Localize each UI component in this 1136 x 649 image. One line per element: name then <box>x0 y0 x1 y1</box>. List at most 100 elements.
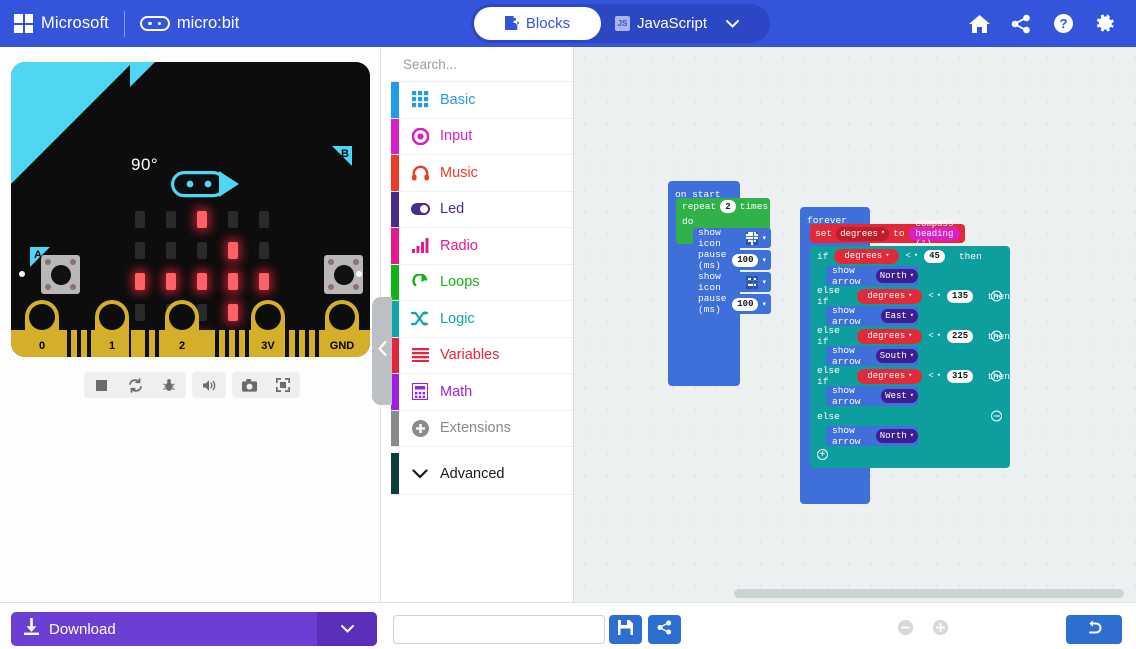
comparison-operator-dropdown[interactable]: < ▾ <box>928 291 941 301</box>
mute-button[interactable] <box>192 372 226 398</box>
led-2-4[interactable] <box>248 266 279 297</box>
tab-blocks[interactable]: Blocks <box>474 7 601 40</box>
forever-hat[interactable]: forever <box>800 207 870 226</box>
blocks-workspace[interactable]: on start repeat 2 times do show icon ▾ pau… <box>574 47 1136 602</box>
chevron-down-icon[interactable] <box>721 19 743 28</box>
condition-row-3[interactable]: else if degrees ▾ < ▾ 315 then <box>810 365 1010 387</box>
diamond-icon[interactable] <box>745 231 759 245</box>
edge-pin-1[interactable]: 1 <box>95 300 129 357</box>
led-1-2[interactable] <box>186 235 217 266</box>
fullscreen-button[interactable] <box>266 372 300 398</box>
add-branch-button[interactable] <box>817 449 828 460</box>
reporter-compass-heading[interactable]: compass heading (°) <box>908 219 961 249</box>
download-main[interactable]: Download <box>11 618 317 640</box>
led-2-1[interactable] <box>155 266 186 297</box>
toolbox-item-logic[interactable]: Logic <box>391 301 573 338</box>
led-0-3[interactable] <box>217 204 248 235</box>
download-menu-button[interactable] <box>317 612 377 646</box>
on-start-hat[interactable]: on start <box>668 181 740 200</box>
chevron-down-icon[interactable]: ▾ <box>762 235 766 242</box>
led-0-0[interactable] <box>124 204 155 235</box>
debug-button[interactable] <box>152 372 186 398</box>
screenshot-button[interactable] <box>232 372 266 398</box>
share-icon[interactable] <box>1000 0 1042 47</box>
condition-value-field[interactable]: 315 <box>946 369 974 383</box>
arrow-direction-dropdown[interactable]: North ▾ <box>875 269 918 283</box>
led-1-3[interactable] <box>217 235 248 266</box>
condition-value-field[interactable]: 135 <box>946 289 974 303</box>
toolbox-item-radio[interactable]: Radio <box>391 228 573 265</box>
condition-row-0[interactable]: if degrees ▾ < ▾ 45 then <box>810 246 1010 266</box>
zoom-in-button[interactable] <box>925 615 955 644</box>
block-show-arrow[interactable]: show arrow North ▾ <box>826 425 918 447</box>
arrow-direction-dropdown[interactable]: South ▾ <box>875 349 918 363</box>
block-repeat[interactable]: repeat 2 times do show icon ▾ pause (ms) 10… <box>676 198 771 315</box>
arrow-direction-dropdown[interactable]: West ▾ <box>881 389 918 403</box>
comparison-operator-dropdown[interactable]: < ▾ <box>928 331 941 341</box>
block-show-arrow[interactable]: show arrow West ▾ <box>826 385 918 407</box>
save-button[interactable] <box>609 615 642 644</box>
restart-button[interactable] <box>118 372 152 398</box>
edge-pin-0[interactable]: 0 <box>25 300 59 357</box>
block-show-icon[interactable]: show icon ▾ <box>693 227 771 249</box>
pause-value-field[interactable]: 100 <box>732 297 759 311</box>
block-pause[interactable]: pause (ms) 100 ▾ <box>693 293 771 315</box>
block-pause[interactable]: pause (ms) 100 ▾ <box>693 249 771 271</box>
horizontal-scrollbar[interactable] <box>734 589 1124 598</box>
comparison-operator-dropdown[interactable]: < ▾ <box>905 251 918 261</box>
toolbox-item-input[interactable]: Input <box>391 118 573 155</box>
toolbox-item-math[interactable]: Math <box>391 374 573 411</box>
block-set-variable[interactable]: set degrees ▾ to compass heading (°) <box>810 219 966 249</box>
small-diamond-icon[interactable] <box>745 275 759 289</box>
led-2-3[interactable] <box>217 266 248 297</box>
zoom-out-button[interactable] <box>890 615 920 644</box>
condition-expression[interactable]: degrees ▾ <box>857 288 923 304</box>
project-name-input[interactable] <box>393 615 605 644</box>
block-forever[interactable]: forever set degrees ▾ to compass heading… <box>800 207 1010 504</box>
remove-branch-button[interactable] <box>991 330 1002 342</box>
help-icon[interactable]: ? <box>1042 0 1084 47</box>
undo-button[interactable] <box>1066 615 1122 644</box>
condition-row-1[interactable]: else if degrees ▾ < ▾ 135 then <box>810 285 1010 307</box>
toolbox-item-music[interactable]: Music <box>391 155 573 192</box>
share-button[interactable] <box>648 615 681 644</box>
block-on-start[interactable]: on start repeat 2 times do show icon ▾ pau… <box>668 181 771 386</box>
condition-variable-dropdown[interactable]: degrees ▾ <box>840 249 893 263</box>
pause-value-field[interactable]: 100 <box>732 253 759 267</box>
led-1-0[interactable] <box>124 235 155 266</box>
download-button[interactable]: Download <box>11 612 377 646</box>
condition-expression[interactable]: degrees ▾ <box>857 328 923 344</box>
condition-value-field[interactable]: 45 <box>924 249 945 263</box>
comparison-operator-dropdown[interactable]: < ▾ <box>928 371 941 381</box>
condition-expression[interactable]: degrees ▾ <box>857 368 923 384</box>
chevron-down-icon[interactable]: ▾ <box>762 301 766 308</box>
block-show-arrow[interactable]: show arrow South ▾ <box>826 345 918 367</box>
repeat-count-field[interactable]: 2 <box>720 200 736 213</box>
block-show-arrow[interactable]: show arrow North ▾ <box>826 265 918 287</box>
condition-variable-dropdown[interactable]: degrees ▾ <box>863 329 916 343</box>
led-2-2[interactable] <box>186 266 217 297</box>
toolbox-item-extensions[interactable]: Extensions <box>391 410 573 447</box>
toolbox-item-variables[interactable]: Variables <box>391 337 573 374</box>
chevron-down-icon[interactable]: ▾ <box>762 279 766 286</box>
led-0-4[interactable] <box>248 204 279 235</box>
remove-branch-button[interactable] <box>991 370 1002 382</box>
condition-row-2[interactable]: else if degrees ▾ < ▾ 225 then <box>810 325 1010 347</box>
chevron-down-icon[interactable]: ▾ <box>762 257 766 264</box>
microsoft-logo[interactable]: Microsoft <box>14 14 109 33</box>
condition-variable-dropdown[interactable]: degrees ▾ <box>863 369 916 383</box>
edge-pin-2[interactable]: 2 <box>165 300 199 357</box>
stop-button[interactable] <box>84 372 118 398</box>
led-0-1[interactable] <box>155 204 186 235</box>
toolbox-item-advanced[interactable]: Advanced <box>391 453 573 495</box>
led-0-2[interactable] <box>186 204 217 235</box>
microbit-board[interactable]: 90° A B 0 1 2 3V GND <box>11 62 370 357</box>
gear-icon[interactable] <box>1084 0 1126 47</box>
remove-branch-button[interactable] <box>991 290 1002 302</box>
tab-javascript[interactable]: JS JavaScript <box>601 7 721 40</box>
arrow-direction-dropdown[interactable]: North ▾ <box>875 429 918 443</box>
condition-expression[interactable]: degrees ▾ <box>834 248 900 264</box>
edge-pin-3V[interactable]: 3V <box>251 300 285 357</box>
toolbox-item-loops[interactable]: Loops <box>391 264 573 301</box>
toolbox-item-led[interactable]: Led <box>391 191 573 228</box>
